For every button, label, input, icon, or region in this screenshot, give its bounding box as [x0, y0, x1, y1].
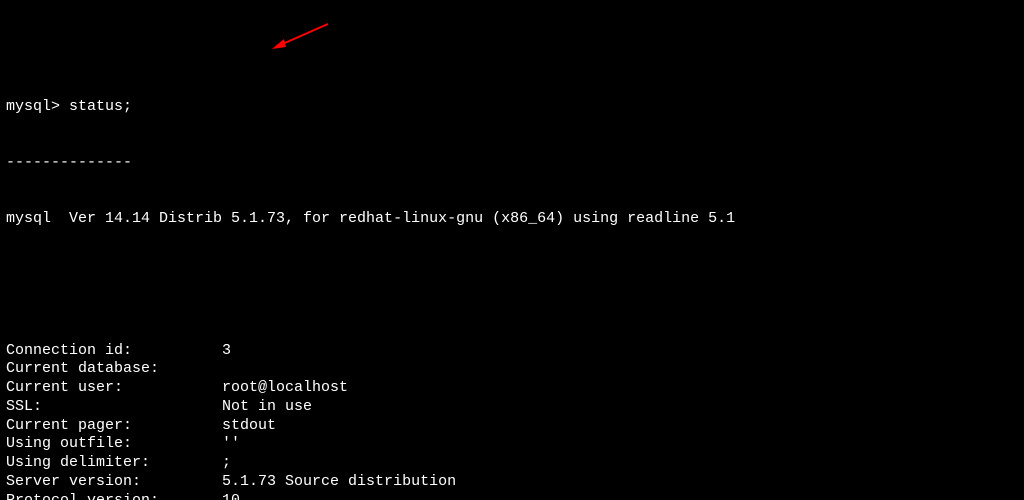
status-field-row: Using outfile: '' [6, 435, 1018, 454]
red-arrow-annotation-icon [270, 22, 330, 50]
status-fields: Connection id: 3Current database: Curren… [6, 342, 1018, 500]
status-field-row: Protocol version: 10 [6, 492, 1018, 500]
prompt: mysql> [6, 98, 60, 115]
status-field-row: Current database: [6, 360, 1018, 379]
blank-line-1 [6, 267, 1018, 286]
status-field-row: SSL: Not in use [6, 398, 1018, 417]
status-field-row: Server version: 5.1.73 Source distributi… [6, 473, 1018, 492]
version-line: mysql Ver 14.14 Distrib 5.1.73, for redh… [6, 210, 1018, 229]
separator-top: -------------- [6, 154, 1018, 173]
mysql-terminal[interactable]: mysql> status; -------------- mysql Ver … [0, 0, 1024, 500]
typed-command: status; [69, 98, 132, 115]
status-field-row: Connection id: 3 [6, 342, 1018, 361]
status-field-row: Current pager: stdout [6, 417, 1018, 436]
status-field-row: Current user: root@localhost [6, 379, 1018, 398]
status-field-row: Using delimiter: ; [6, 454, 1018, 473]
command-line: mysql> status; [6, 98, 1018, 117]
